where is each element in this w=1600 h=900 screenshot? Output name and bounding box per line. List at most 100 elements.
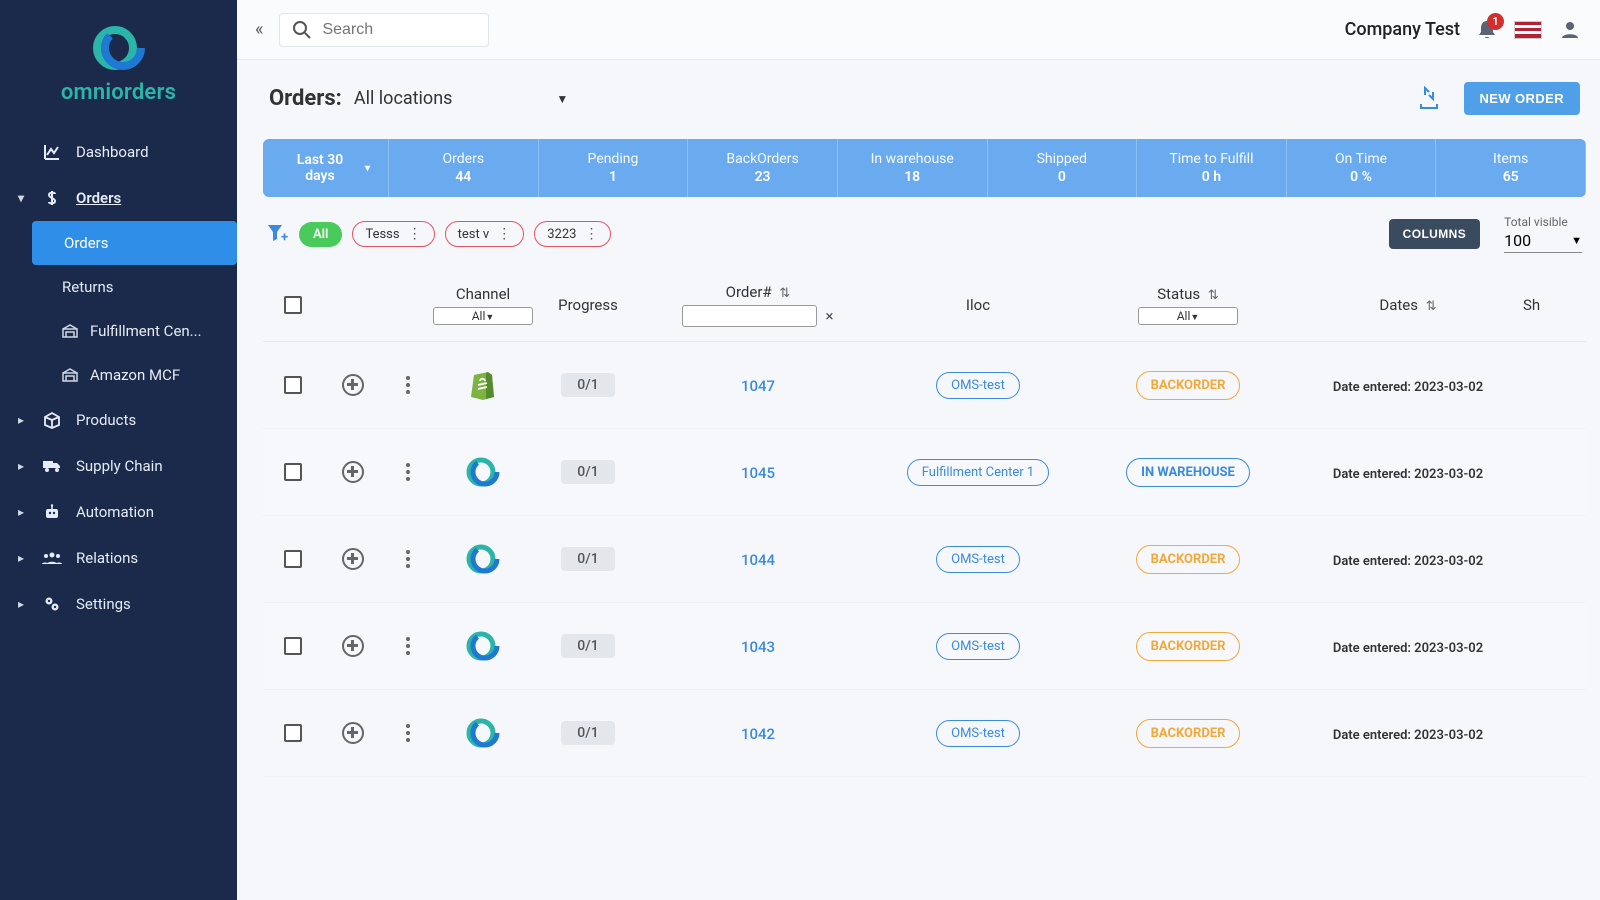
chevron-down-icon: ▾ [365,163,370,174]
row-checkbox[interactable] [284,376,302,394]
range-label: Last 30 days [281,152,359,184]
row-menu-button[interactable] [406,376,410,394]
stat-orders[interactable]: Orders44 [389,139,539,197]
search-input[interactable] [322,21,476,39]
nav-relations[interactable]: ▸ Relations [0,535,237,581]
status-filter-select[interactable]: All▼ [1138,307,1238,325]
row-checkbox[interactable] [284,463,302,481]
sort-icon[interactable]: ⇅ [1426,299,1437,314]
chip-menu-icon[interactable]: ⋮ [497,226,511,242]
order-filter-input[interactable] [682,305,817,327]
order-link[interactable]: 1045 [741,464,775,482]
order-link[interactable]: 1047 [741,377,775,395]
total-visible-select[interactable]: Total visible 100 ▼ [1504,215,1582,253]
sort-icon[interactable]: ⇅ [1208,288,1219,303]
filter-chip-all[interactable]: All [299,222,342,247]
subnav-orders[interactable]: Orders [32,221,237,265]
iloc-pill[interactable]: OMS-test [936,372,1020,399]
col-order[interactable]: Order# [726,283,772,301]
filter-row: + All Tesss⋮ test v⋮ 3223⋮ COLUMNS Total v… [263,215,1586,253]
content: Orders: All locations ▼ NEW ORDER Last 3… [237,60,1600,900]
date-range-select[interactable]: Last 30 days ▾ [263,139,389,197]
col-status[interactable]: Status [1157,285,1200,303]
order-link[interactable]: 1044 [741,551,775,569]
stat-in-warehouse[interactable]: In warehouse18 [838,139,988,197]
stat-backorders[interactable]: BackOrders23 [688,139,838,197]
nav-settings[interactable]: ▸ Settings [0,581,237,627]
order-link[interactable]: 1042 [741,725,775,743]
status-pill: BACKORDER [1136,719,1241,748]
iloc-pill[interactable]: OMS-test [936,720,1020,747]
filter-icon[interactable]: + [267,224,289,244]
location-select[interactable]: All locations ▼ [354,88,568,109]
export-button[interactable] [1416,86,1442,112]
table-row: 0/11045Fulfillment Center 1IN WAREHOUSED… [263,429,1586,516]
row-menu-button[interactable] [406,637,410,655]
row-checkbox[interactable] [284,637,302,655]
topbar: « Company Test 1 [237,0,1600,60]
expand-button[interactable] [342,548,364,570]
search-icon [292,20,312,40]
chevron-down-icon: ▾ [18,191,28,205]
subnav-amazon-mcf[interactable]: Amazon MCF [44,353,237,397]
subnav-label: Orders [64,234,109,252]
table-header: Channel All▼ Progress Order# ⇅ × [263,273,1586,342]
page-title: Orders: [269,86,342,111]
filter-chip[interactable]: 3223⋮ [534,221,611,247]
columns-button[interactable]: COLUMNS [1389,219,1480,249]
filter-chip[interactable]: Tesss⋮ [352,221,434,247]
iloc-pill[interactable]: OMS-test [936,546,1020,573]
warehouse-icon [62,324,78,338]
nav-label: Dashboard [76,143,149,161]
locale-flag-us[interactable] [1514,21,1542,39]
nav-products[interactable]: ▸ Products [0,397,237,443]
collapse-sidebar-button[interactable]: « [255,19,263,40]
main: « Company Test 1 Orders: [237,0,1600,900]
clear-icon[interactable]: × [825,307,833,325]
row-checkbox[interactable] [284,724,302,742]
channel-filter-select[interactable]: All▼ [433,307,533,325]
nav-supply-chain[interactable]: ▸ Supply Chain [0,443,237,489]
iloc-pill[interactable]: Fulfillment Center 1 [907,459,1049,486]
subnav-returns[interactable]: Returns [44,265,237,309]
col-progress: Progress [533,296,643,314]
expand-button[interactable] [342,374,364,396]
row-menu-button[interactable] [406,550,410,568]
row-menu-button[interactable] [406,463,410,481]
new-order-button[interactable]: NEW ORDER [1464,82,1581,115]
iloc-pill[interactable]: OMS-test [936,633,1020,660]
stat-on-time[interactable]: On Time0 % [1287,139,1437,197]
row-menu-button[interactable] [406,724,410,742]
col-dates[interactable]: Dates [1379,296,1418,314]
progress-value: 0/1 [561,634,614,658]
stat-items[interactable]: Items65 [1436,139,1586,197]
col-iloc: Iloc [873,296,1083,314]
box-icon [42,411,62,429]
subnav-fulfillment[interactable]: Fulfillment Cen... [44,309,237,353]
date-entered: Date entered: 2023-03-02 [1333,728,1483,743]
stat-pending[interactable]: Pending1 [539,139,689,197]
chip-menu-icon[interactable]: ⋮ [584,226,598,242]
select-all-checkbox[interactable] [284,296,302,314]
user-menu-button[interactable] [1558,18,1582,42]
sort-icon[interactable]: ⇅ [779,286,790,301]
filter-chip[interactable]: test v⋮ [445,221,525,247]
order-link[interactable]: 1043 [741,638,775,656]
chip-menu-icon[interactable]: ⋮ [408,226,422,242]
progress-value: 0/1 [561,373,614,397]
search-field[interactable] [279,13,489,47]
stat-shipped[interactable]: Shipped0 [988,139,1138,197]
sidebar: omniorders Dashboard ▾ Orders Orders Ret… [0,0,237,900]
date-entered: Date entered: 2023-03-02 [1333,467,1483,482]
nav-orders[interactable]: ▾ Orders [0,175,237,221]
nav-dashboard[interactable]: Dashboard [0,129,237,175]
expand-button[interactable] [342,722,364,744]
expand-button[interactable] [342,461,364,483]
expand-button[interactable] [342,635,364,657]
notifications-button[interactable]: 1 [1476,19,1498,41]
stat-time-to-fulfill[interactable]: Time to Fulfill0 h [1137,139,1287,197]
row-checkbox[interactable] [284,550,302,568]
status-pill: BACKORDER [1136,545,1241,574]
chart-icon [42,143,62,161]
nav-automation[interactable]: ▸ Automation [0,489,237,535]
